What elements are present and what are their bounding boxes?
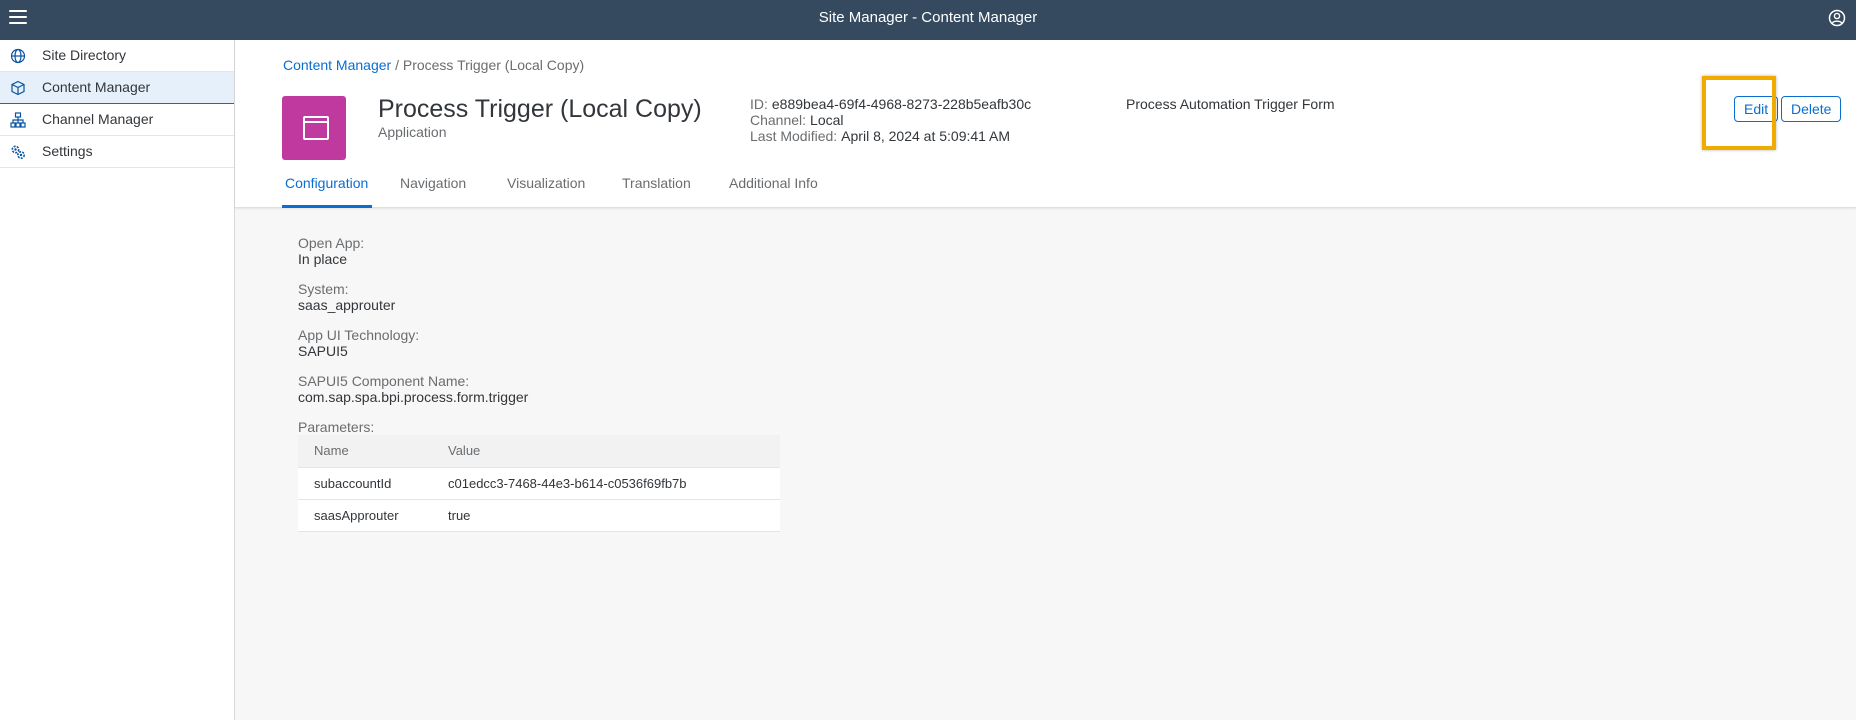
object-description: Process Automation Trigger Form [1126,96,1335,112]
param-value: c01edcc3-7468-44e3-b614-c0536f69fb7b [432,467,780,500]
table-header-row: Name Value [298,435,780,468]
sidebar-item-channel-manager[interactable]: Channel Manager [0,104,234,136]
delete-button[interactable]: Delete [1781,96,1842,122]
tab-visualization[interactable]: Visualization [507,174,585,208]
component-name-field: SAPUI5 Component Name: com.sap.spa.bpi.p… [298,373,898,405]
page-title: Process Trigger (Local Copy) [378,95,702,123]
open-app-value: In place [298,251,348,267]
configuration-panel: Open App: In place System: saas_approute… [298,235,898,532]
breadcrumb-separator: / [395,57,399,73]
page-subtitle: Application [378,124,447,140]
app-ui-technology-field: App UI Technology: SAPUI5 [298,327,898,359]
column-header-value: Value [432,435,780,468]
main-content: Content Manager / Process Trigger (Local… [235,40,1856,720]
tab-navigation[interactable]: Navigation [400,174,466,208]
object-header: Content Manager / Process Trigger (Local… [235,40,1856,208]
app-ui-technology-label: App UI Technology: [298,327,420,343]
system-label: System: [298,281,349,297]
column-header-name: Name [298,435,432,468]
edit-button[interactable]: Edit [1734,96,1779,122]
hierarchy-icon [10,112,26,128]
parameters-label: Parameters: [298,419,375,435]
table-row: saasApprouter true [298,499,780,532]
param-value: true [432,499,780,532]
component-name-value: com.sap.spa.bpi.process.form.trigger [298,389,529,405]
breadcrumb-link-content-manager[interactable]: Content Manager [283,57,391,73]
breadcrumb: Content Manager / Process Trigger (Local… [283,57,584,73]
sidebar-item-label: Site Directory [42,47,127,63]
object-attributes: ID: e889bea4-69f4-4968-8273-228b5eafb30c … [750,96,1031,144]
channel-label: Channel: [750,112,807,128]
channel-value: Local [810,112,844,128]
application-icon [282,96,346,160]
tab-translation[interactable]: Translation [622,174,691,208]
id-value: e889bea4-69f4-4968-8273-228b5eafb30c [771,96,1032,112]
system-value: saas_approuter [298,297,396,313]
component-name-label: SAPUI5 Component Name: [298,373,470,389]
tab-configuration[interactable]: Configuration [282,174,372,208]
param-name: saasApprouter [298,499,432,532]
tab-additional-info[interactable]: Additional Info [729,174,818,208]
breadcrumb-current: Process Trigger (Local Copy) [402,57,585,73]
gears-icon [11,145,26,160]
sidebar-item-site-directory[interactable]: Site Directory [0,40,234,72]
app-ui-technology-value: SAPUI5 [298,343,348,359]
sidebar-item-settings[interactable]: Settings [0,136,234,168]
globe-icon [10,48,26,64]
last-modified-value: April 8, 2024 at 5:09:41 AM [841,128,1011,144]
cube-icon [11,80,25,96]
shell-bar: Site Manager - Content Manager [0,0,1856,40]
open-app-label: Open App: [298,235,365,251]
sidebar-item-label: Settings [42,143,93,159]
shell-title: Site Manager - Content Manager [818,9,1038,26]
parameters-table: Name Value subaccountId c01edcc3-7468-44… [298,435,780,532]
param-name: subaccountId [298,467,432,500]
sidebar: Site Directory Content Manager Channel M… [0,40,235,720]
table-row: subaccountId c01edcc3-7468-44e3-b614-c05… [298,467,780,500]
system-field: System: saas_approuter [298,281,898,313]
last-modified-label: Last Modified: [750,128,838,144]
sidebar-item-content-manager[interactable]: Content Manager [0,72,234,104]
user-icon[interactable] [1828,9,1846,27]
id-label: ID: [750,96,768,112]
sidebar-item-label: Content Manager [42,79,151,95]
open-app-field: Open App: In place [298,235,898,267]
sidebar-item-label: Channel Manager [42,111,154,127]
